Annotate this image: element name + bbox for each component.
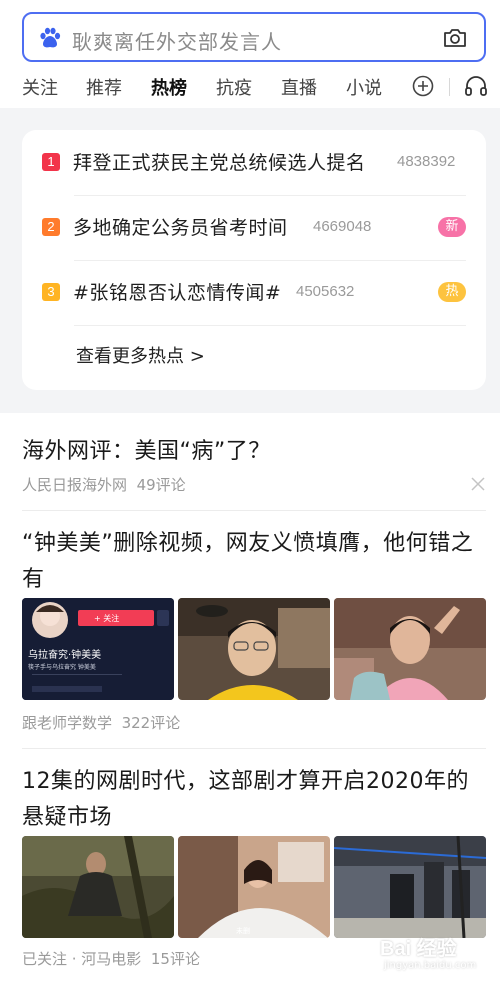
- video-mark-overlay: 未删: [236, 927, 250, 935]
- hot-item[interactable]: 1 拜登正式获民主党总统候选人提名 4838392: [42, 144, 466, 180]
- news-item[interactable]: 海外网评：美国“病”了？ 人民日报海外网 49评论: [22, 434, 486, 504]
- profile-caption-overlay: 筷子手与乌拉奋究 钟美美: [28, 664, 96, 671]
- profile-name-overlay: 乌拉奋究·钟美美: [28, 650, 102, 661]
- divider: [74, 195, 466, 196]
- hot-badge: 热: [438, 282, 466, 302]
- tab-novel[interactable]: 小说: [346, 74, 382, 100]
- baidu-jingyan-watermark: Bai 经验 jingyan.baidu.com: [380, 928, 496, 978]
- close-icon[interactable]: [470, 476, 486, 492]
- hot-item-count: 4505632: [296, 283, 355, 300]
- rank-badge: 1: [42, 153, 60, 171]
- thumbnail-drama-still: [22, 836, 174, 938]
- hot-item-title: 拜登正式获民主党总统候选人提名: [73, 152, 366, 174]
- news-source: 人民日报海外网: [22, 476, 128, 494]
- tab-live[interactable]: 直播: [281, 74, 317, 100]
- news-source: 跟老师学数学: [22, 714, 113, 732]
- channel-tabs: 关注 推荐 热榜 抗疫 直播 小说: [0, 70, 500, 106]
- hot-item-count: 4669048: [313, 218, 372, 235]
- divider: [22, 510, 486, 511]
- watermark-url: jingyan.baidu.com: [384, 960, 477, 971]
- camera-icon[interactable]: [442, 25, 468, 51]
- rank-badge: 2: [42, 218, 60, 236]
- news-headline: “钟美美”删除视频，网友义愤填膺，他何错之有: [22, 531, 474, 592]
- rank-badge: 3: [42, 283, 60, 301]
- news-thumbnails: + 关注 乌拉奋究·钟美美 筷子手与乌拉奋究 钟美美: [22, 598, 486, 700]
- hot-item-count: 4838392: [397, 153, 456, 170]
- add-channel-icon[interactable]: [412, 75, 434, 97]
- thumbnail-video-still: [334, 598, 486, 700]
- hot-item[interactable]: 3 #张铭恩否认恋情传闻# 4505632 热: [42, 274, 466, 310]
- headphones-icon[interactable]: [464, 75, 488, 97]
- divider: [22, 748, 486, 749]
- news-comments: 322评论: [121, 714, 181, 732]
- hot-list-card: 1 拜登正式获民主党总统候选人提名 4838392 2 多地确定公务员省考时间 …: [22, 130, 486, 390]
- tab-hot-list[interactable]: 热榜: [151, 74, 187, 100]
- tab-anti-epidemic[interactable]: 抗疫: [216, 74, 252, 100]
- news-comments: 15评论: [150, 950, 200, 968]
- tab-recommend[interactable]: 推荐: [86, 74, 122, 100]
- more-hot-link[interactable]: 查看更多热点 >: [76, 342, 205, 368]
- hot-item[interactable]: 2 多地确定公务员省考时间 4669048 新: [42, 209, 466, 245]
- new-badge: 新: [438, 217, 466, 237]
- news-meta: 人民日报海外网 49评论: [22, 474, 186, 495]
- baidu-paw-icon: [40, 27, 61, 48]
- news-comments: 49评论: [136, 476, 186, 494]
- hot-item-title: #张铭恩否认恋情传闻#: [73, 282, 282, 304]
- news-thumbnails: 未删: [22, 836, 486, 938]
- news-headline: 海外网评：美国“病”了？: [22, 439, 271, 464]
- divider: [74, 325, 466, 326]
- tab-follow[interactable]: 关注: [22, 74, 58, 100]
- divider: [74, 260, 466, 261]
- watermark-text: Bai 经验: [380, 938, 457, 960]
- search-input[interactable]: 耿爽离任外交部发言人: [72, 26, 282, 55]
- tab-separator: [449, 78, 450, 96]
- news-headline: 12集的网剧时代，这部剧才算开启2020年的悬疑市场: [22, 769, 469, 830]
- search-bar[interactable]: 耿爽离任外交部发言人: [22, 12, 486, 62]
- thumbnail-video-still: [178, 598, 330, 700]
- news-meta: 跟老师学数学 322评论: [22, 712, 180, 733]
- thumbnail-profile: + 关注 乌拉奋究·钟美美 筷子手与乌拉奋究 钟美美: [22, 598, 174, 700]
- news-source: 已关注 · 河马电影: [22, 950, 142, 968]
- news-item[interactable]: “钟美美”删除视频，网友义愤填膺，他何错之有 + 关注 乌拉奋究·钟美美 筷子手…: [22, 526, 486, 736]
- thumbnail-drama-still: [334, 836, 486, 938]
- thumbnail-drama-still: 未删: [178, 836, 330, 938]
- hot-item-title: 多地确定公务员省考时间: [73, 217, 288, 239]
- news-meta: 已关注 · 河马电影 15评论: [22, 948, 200, 969]
- follow-button-overlay: + 关注: [94, 614, 120, 623]
